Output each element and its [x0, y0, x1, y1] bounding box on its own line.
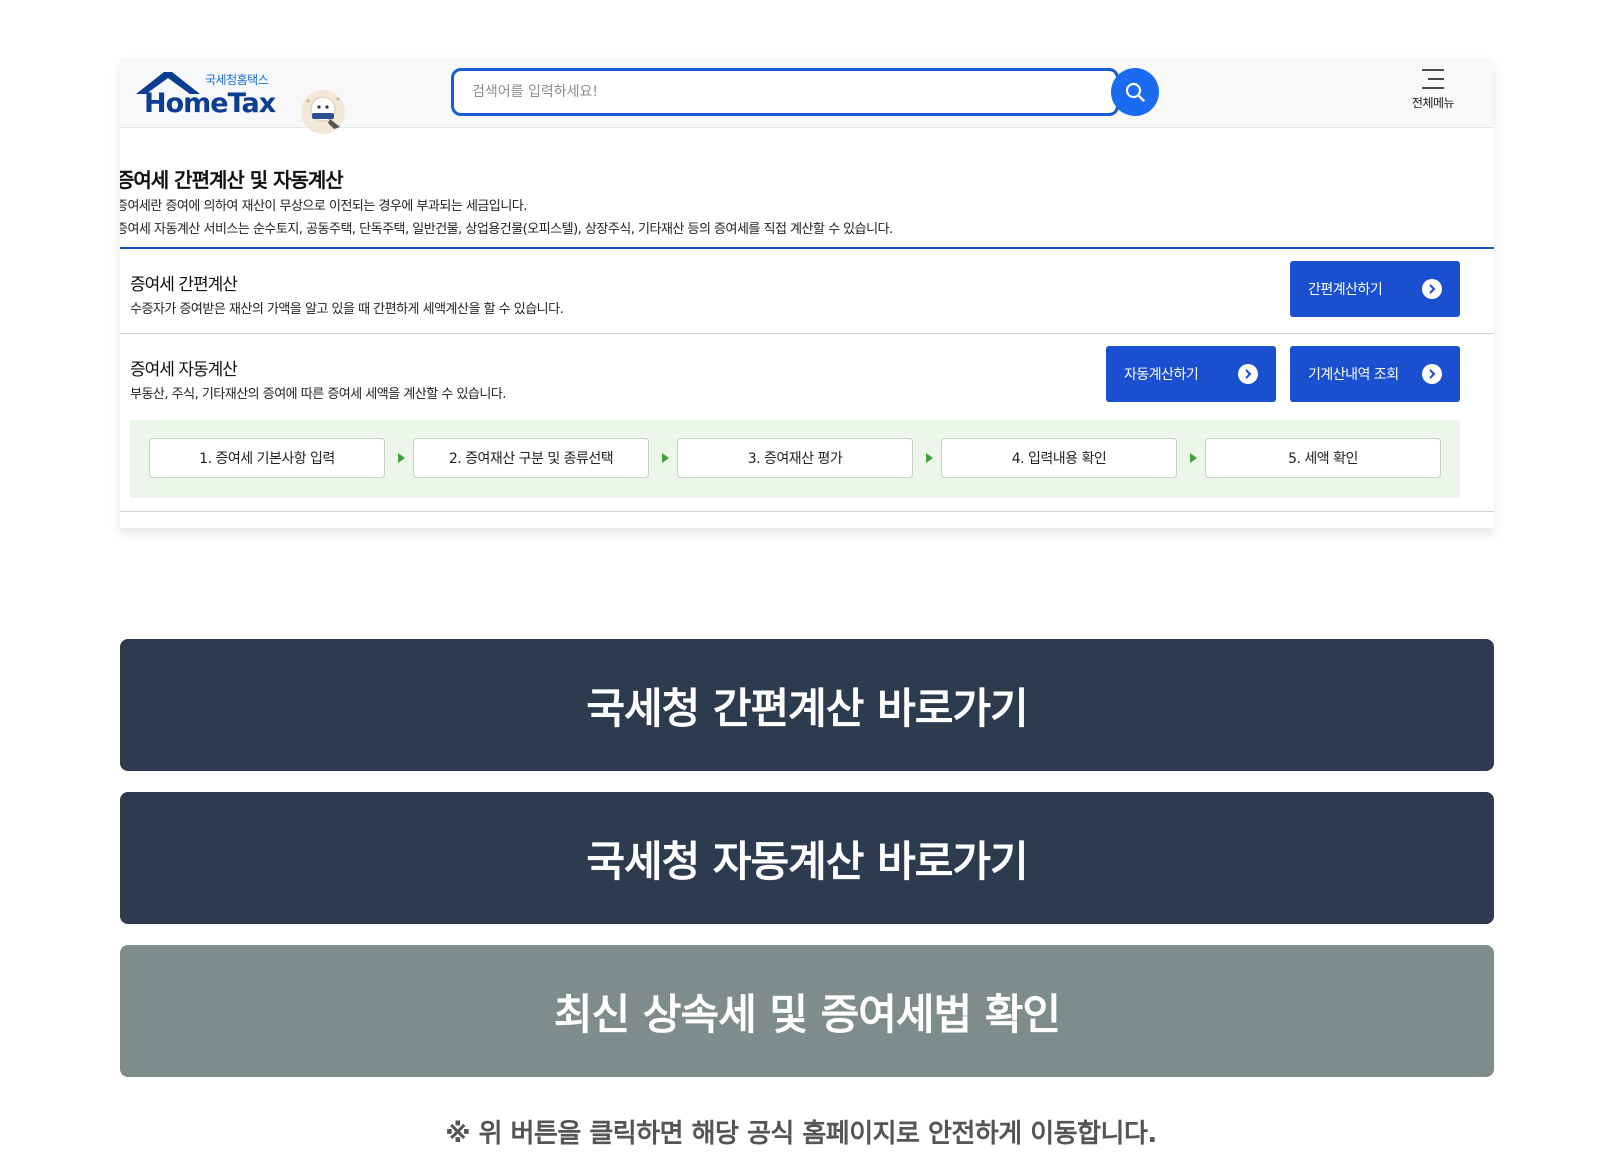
divider — [120, 247, 1494, 249]
search-input[interactable] — [451, 68, 1119, 116]
arrow-right-icon — [1190, 453, 1197, 463]
search-button[interactable] — [1111, 68, 1159, 116]
all-menu-label: 전체메뉴 — [1411, 96, 1455, 110]
hometax-screenshot: 국세청홈택스 HomeTax 검색어를 입력하세요! 전체메뉴 증여세 간편계산… — [120, 58, 1494, 528]
section-title: 증여세 간편계산 — [130, 275, 238, 295]
calc-steps: 1. 증여세 기본사항 입력 2. 증여재산 구분 및 종류선택 3. 증여재산… — [130, 420, 1460, 498]
section-description: 수증자가 증여받은 재산의 가액을 알고 있을 때 간편하게 세액계산을 할 수… — [130, 302, 564, 317]
logo-text: HomeTax — [144, 88, 276, 119]
section-title: 증여세 자동계산 — [130, 360, 238, 380]
auto-calc-link-button[interactable]: 국세청 자동계산 바로가기 — [120, 792, 1494, 924]
chevron-right-icon — [1422, 279, 1442, 299]
step-1[interactable]: 1. 증여세 기본사항 입력 — [149, 438, 385, 478]
chevron-right-icon — [1422, 364, 1442, 384]
all-menu-button[interactable]: 전체메뉴 — [1398, 68, 1468, 122]
section-description: 부동산, 주식, 기타재산의 증여에 따른 증여세 세액을 계산할 수 있습니다… — [130, 387, 506, 402]
chevron-right-icon — [1238, 364, 1258, 384]
mascot-icon — [301, 90, 345, 134]
arrow-right-icon — [398, 453, 405, 463]
arrow-right-icon — [926, 453, 933, 463]
search-bar — [451, 68, 1159, 118]
step-5[interactable]: 5. 세액 확인 — [1205, 438, 1441, 478]
calc-history-button[interactable]: 기계산내역 조회 — [1290, 346, 1460, 402]
page-title: 증여세 간편계산 및 자동계산 — [120, 168, 344, 192]
hamburger-menu-icon — [1422, 69, 1444, 89]
button-label: 간편계산하기 — [1308, 282, 1383, 298]
tax-law-link-button[interactable]: 최신 상속세 및 증여세법 확인 — [120, 945, 1494, 1077]
button-label: 자동계산하기 — [1124, 367, 1199, 383]
hometax-logo[interactable]: 국세청홈택스 HomeTax — [134, 70, 345, 134]
step-4[interactable]: 4. 입력내용 확인 — [941, 438, 1177, 478]
search-icon — [1125, 82, 1145, 102]
redirect-notice: ※ 위 버튼을 클릭하면 해당 공식 홈페이지로 안전하게 이동합니다. — [445, 1119, 1157, 1149]
arrow-right-icon — [662, 453, 669, 463]
step-2[interactable]: 2. 증여재산 구분 및 종류선택 — [413, 438, 649, 478]
intro-description-detail: 증여세 자동계산 서비스는 순수토지, 공동주택, 단독주택, 일반건물, 상업… — [120, 222, 893, 237]
simple-calc-link-button[interactable]: 국세청 간편계산 바로가기 — [120, 639, 1494, 771]
divider — [120, 511, 1494, 512]
button-label: 기계산내역 조회 — [1308, 367, 1399, 383]
simple-calc-section: 증여세 간편계산 수증자가 증여받은 재산의 가액을 알고 있을 때 간편하게 … — [120, 250, 1494, 334]
step-3[interactable]: 3. 증여재산 평가 — [677, 438, 913, 478]
logo-subtitle: 국세청홈택스 — [205, 73, 269, 87]
auto-calc-button[interactable]: 자동계산하기 — [1106, 346, 1276, 402]
simple-calc-button[interactable]: 간편계산하기 — [1290, 261, 1460, 317]
intro-description: 증여세란 증여에 의하여 재산이 무상으로 이전되는 경우에 부과되는 세금입니… — [120, 199, 527, 214]
auto-calc-section: 증여세 자동계산 부동산, 주식, 기타재산의 증여에 따른 증여세 세액을 계… — [120, 335, 1494, 419]
top-bar: 국세청홈택스 HomeTax 검색어를 입력하세요! 전체메뉴 — [120, 58, 1494, 134]
